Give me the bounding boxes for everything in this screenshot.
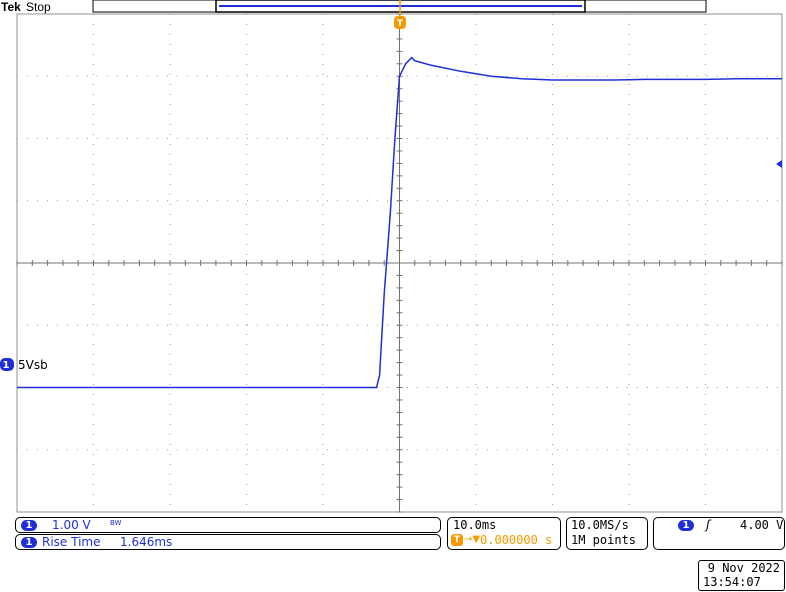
timebase-panel: 10.0ms T →▼ 0.000000 s [447,517,561,550]
ch1-scale-panel: 1 1.00 V BW [15,517,441,533]
bandwidth-limit-tag: BW [110,519,122,527]
record-length: 1M points [571,533,637,547]
trigger-position: 0.000000 s [480,533,553,547]
sample-rate: 10.0MS/s [571,518,629,532]
trigger-source-badge: 1 [678,520,694,531]
measurement-channel-badge: 1 [21,537,37,548]
oscilloscope-display: Tek Stop T 1 5Vsb [0,0,783,513]
timebase: 10.0ms [453,518,497,532]
channel-1-marker: 1 5Vsb [0,358,48,372]
brand-logo: Tek [1,0,21,14]
measurement-value: 1.646ms [120,535,173,549]
channel-label: 5Vsb [18,358,48,372]
trigger-panel: 1 ʃ 4.00 V [653,517,785,550]
measurement-label: Rise Time [42,535,101,549]
measurement-panel: 1 Rise Time 1.646ms [15,534,441,550]
trigger-level: 4.00 V [740,518,784,532]
run-state: Stop [26,0,51,14]
acquisition-panel: 10.0MS/s 1M points [566,517,648,550]
graticule-grid [16,13,783,513]
trigger-t-icon: T [451,534,463,546]
date: 9 Nov 2022 [707,561,780,575]
rising-edge-icon: ʃ [706,518,711,532]
trigger-arrow-icon: →▼ [464,534,481,545]
trigger-level-arrow [776,160,782,168]
svg-text:T: T [397,19,404,29]
svg-text:1: 1 [3,360,10,371]
ch1-scale: 1.00 V [52,518,91,532]
time: 13:54:07 [703,575,761,589]
ch1-badge: 1 [21,520,37,531]
datetime-panel: 9 Nov 2022 13:54:07 [698,560,785,591]
